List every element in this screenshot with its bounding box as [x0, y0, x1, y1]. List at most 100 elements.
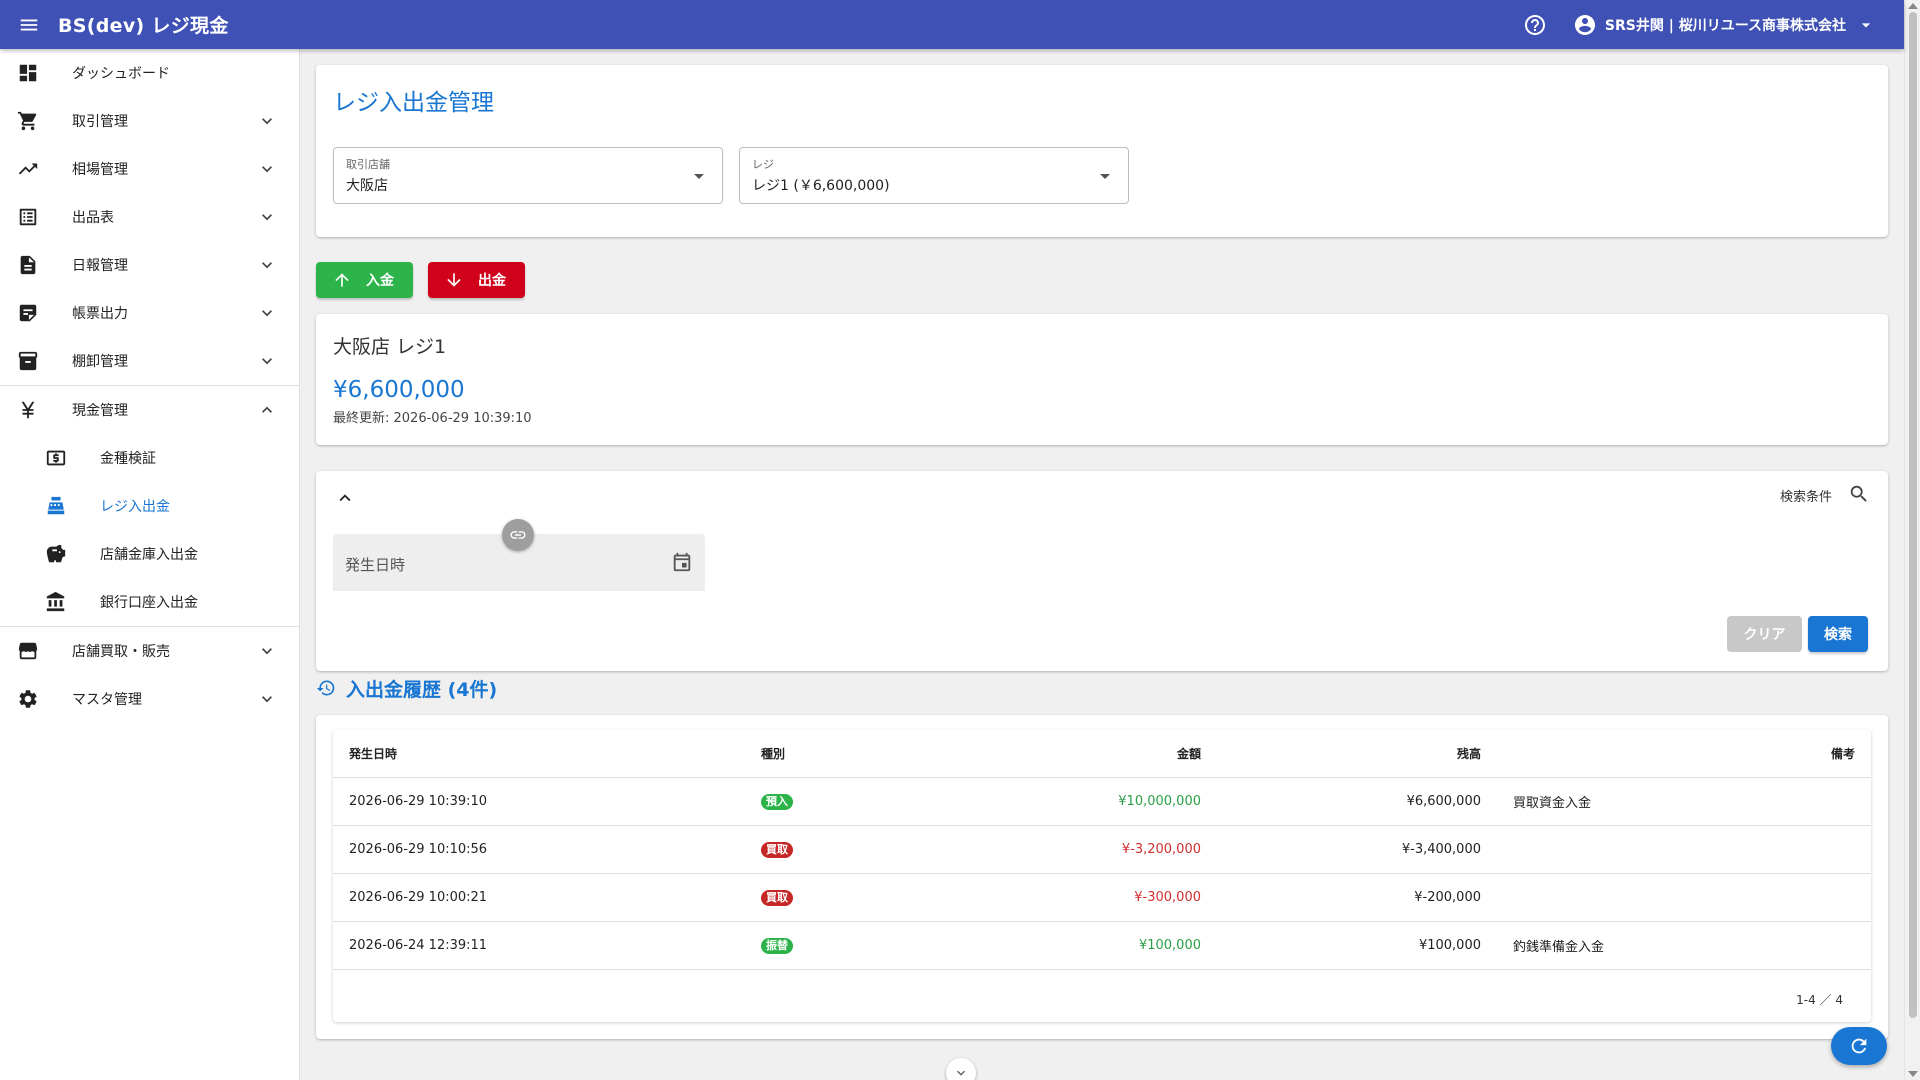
sidebar-item-label: 取引管理	[72, 114, 128, 130]
sidebar-item-label: 店舗買取・販売	[72, 644, 170, 660]
table-row[interactable]: 2026-06-24 12:39:11 振替 ¥100,000 ¥100,000…	[333, 922, 1871, 970]
sidebar-subitem-store-safe[interactable]: 店舗金庫入出金	[0, 530, 299, 578]
search-icon[interactable]	[1848, 483, 1870, 505]
chevron-down-icon	[255, 109, 279, 133]
store-select[interactable]: 取引店舗 大阪店	[333, 147, 723, 204]
refresh-icon	[1851, 1038, 1867, 1054]
cell-datetime: 2026-06-29 10:39:10	[349, 794, 488, 809]
search-panel: 検索条件 発生日時 クリア 検索	[316, 471, 1888, 671]
cell-balance: ¥-3,400,000	[1401, 842, 1481, 857]
help-icon[interactable]	[1515, 5, 1555, 45]
withdraw-button[interactable]: 出金	[428, 262, 525, 298]
sidebar-item-label: マスタ管理	[72, 692, 142, 708]
chevron-up-icon[interactable]	[334, 487, 356, 509]
refresh-button[interactable]	[1831, 1027, 1887, 1065]
arrow-up-icon	[332, 270, 352, 290]
col-header-type[interactable]: 種別	[761, 745, 911, 762]
sidebar-subitem-label: 店舗金庫入出金	[100, 547, 198, 563]
bank-icon	[44, 590, 68, 614]
search-button[interactable]: 検索	[1808, 616, 1868, 652]
register-select-label: レジ	[752, 158, 774, 171]
list-icon	[16, 205, 40, 229]
clear-button[interactable]: クリア	[1727, 616, 1802, 652]
sidebar-subitem-bank-account[interactable]: 銀行口座入出金	[0, 578, 299, 626]
col-header-balance[interactable]: 残高	[1201, 745, 1481, 762]
pagination: 1-4 ／ 4	[1796, 993, 1843, 1007]
store-icon	[16, 639, 40, 663]
history-icon	[316, 678, 336, 698]
sidebar-subitem-label: 金種検証	[100, 451, 156, 467]
chevron-down-icon	[255, 639, 279, 663]
trending-up-icon	[16, 157, 40, 181]
dashboard-icon	[16, 61, 40, 85]
register-icon	[44, 494, 68, 518]
page-title: レジ入出金管理	[333, 90, 494, 116]
search-conditions-label: 検索条件	[1779, 490, 1832, 505]
deposit-button-label: 入金	[366, 273, 394, 289]
scroll-down-icon[interactable]	[946, 1058, 976, 1080]
vertical-scrollbar[interactable]	[1904, 0, 1920, 1080]
scroll-up-arrow[interactable]	[1908, 3, 1918, 9]
cell-note: 釣銭準備金入金	[1513, 940, 1605, 955]
sidebar-item-label: 出品表	[72, 210, 114, 226]
table-row[interactable]: 2026-06-29 10:39:10 預入 ¥10,000,000 ¥6,60…	[333, 778, 1871, 826]
sidebar-item-inventory[interactable]: 棚卸管理	[0, 337, 299, 385]
sidebar-item-market[interactable]: 相場管理	[0, 145, 299, 193]
register-select[interactable]: レジ レジ1 (￥6,600,000)	[739, 147, 1129, 204]
sidebar-item-dashboard[interactable]: ダッシュボード	[0, 49, 299, 97]
withdraw-button-label: 出金	[478, 273, 506, 289]
col-header-note[interactable]: 備考	[1481, 745, 1871, 762]
calendar-icon[interactable]	[671, 551, 693, 573]
deposit-button[interactable]: 入金	[316, 262, 413, 298]
app-title: BS(dev) レジ現金	[58, 15, 229, 37]
cart-icon	[16, 109, 40, 133]
app-bar: BS(dev) レジ現金 SRS井関 | 桜川リユース商事株式会社	[0, 0, 1904, 49]
col-header-datetime[interactable]: 発生日時	[333, 745, 761, 762]
cell-balance: ¥100,000	[1418, 938, 1481, 953]
cell-note: 買取資金入金	[1513, 796, 1592, 811]
col-header-amount[interactable]: 金額	[911, 745, 1201, 762]
sidebar-item-master[interactable]: マスタ管理	[0, 675, 299, 723]
sidebar-subitem-label: 銀行口座入出金	[100, 595, 198, 611]
type-badge: 買取	[761, 889, 793, 906]
cell-balance: ¥6,600,000	[1406, 794, 1481, 809]
sidebar-item-forms[interactable]: 帳票出力	[0, 289, 299, 337]
account-icon	[1573, 13, 1597, 37]
history-card: 発生日時 種別 金額 残高 備考 2026-06-29 10:39:10 預入 …	[316, 715, 1888, 1039]
sidebar-item-transactions[interactable]: 取引管理	[0, 97, 299, 145]
sidebar-item-label: 帳票出力	[72, 306, 128, 322]
balance-card: 大阪店 レジ1 ¥6,600,000 最終更新: 2026-06-29 10:3…	[316, 314, 1888, 445]
sidebar-subitem-denomination[interactable]: 金種検証	[0, 434, 299, 482]
balance-amount: ¥6,600,000	[333, 377, 465, 403]
scroll-down-arrow[interactable]	[1908, 1071, 1918, 1077]
chevron-down-icon	[255, 205, 279, 229]
sidebar-item-listing[interactable]: 出品表	[0, 193, 299, 241]
cell-amount: ¥100,000	[1138, 938, 1201, 953]
sidebar-subitem-label: レジ入出金	[100, 499, 170, 515]
user-menu[interactable]: SRS井関 | 桜川リユース商事株式会社	[1573, 13, 1876, 37]
type-badge: 預入	[761, 793, 793, 810]
scrollbar-thumb[interactable]	[1909, 12, 1917, 1018]
sidebar-subitem-register-cash[interactable]: レジ入出金	[0, 482, 299, 530]
note-icon	[16, 301, 40, 325]
main-content: レジ入出金管理 取引店舗 大阪店 レジ レジ1 (￥6,600,000) 入金 …	[316, 65, 1888, 1039]
store-select-label: 取引店舗	[346, 158, 390, 171]
piggy-bank-icon	[44, 542, 68, 566]
sidebar-item-cash[interactable]: 現金管理	[0, 386, 299, 434]
table-row[interactable]: 2026-06-29 10:10:56 買取 ¥-3,200,000 ¥-3,4…	[333, 826, 1871, 874]
menu-icon[interactable]	[0, 0, 58, 49]
sidebar-item-label: 棚卸管理	[72, 354, 128, 370]
table-row[interactable]: 2026-06-29 10:00:21 買取 ¥-300,000 ¥-200,0…	[333, 874, 1871, 922]
chevron-down-icon	[255, 253, 279, 277]
chevron-down-icon	[255, 301, 279, 325]
dropdown-arrow-icon	[694, 174, 704, 179]
chevron-down-icon	[255, 687, 279, 711]
sidebar-item-store-sales[interactable]: 店舗買取・販売	[0, 627, 299, 675]
type-badge: 買取	[761, 841, 793, 858]
cell-datetime: 2026-06-29 10:00:21	[349, 890, 488, 905]
arrow-down-icon	[444, 270, 464, 290]
sidebar-item-daily-report[interactable]: 日報管理	[0, 241, 299, 289]
link-icon[interactable]	[502, 519, 534, 551]
table-header: 発生日時 種別 金額 残高 備考	[333, 730, 1871, 778]
cell-amount: ¥10,000,000	[1118, 794, 1201, 809]
